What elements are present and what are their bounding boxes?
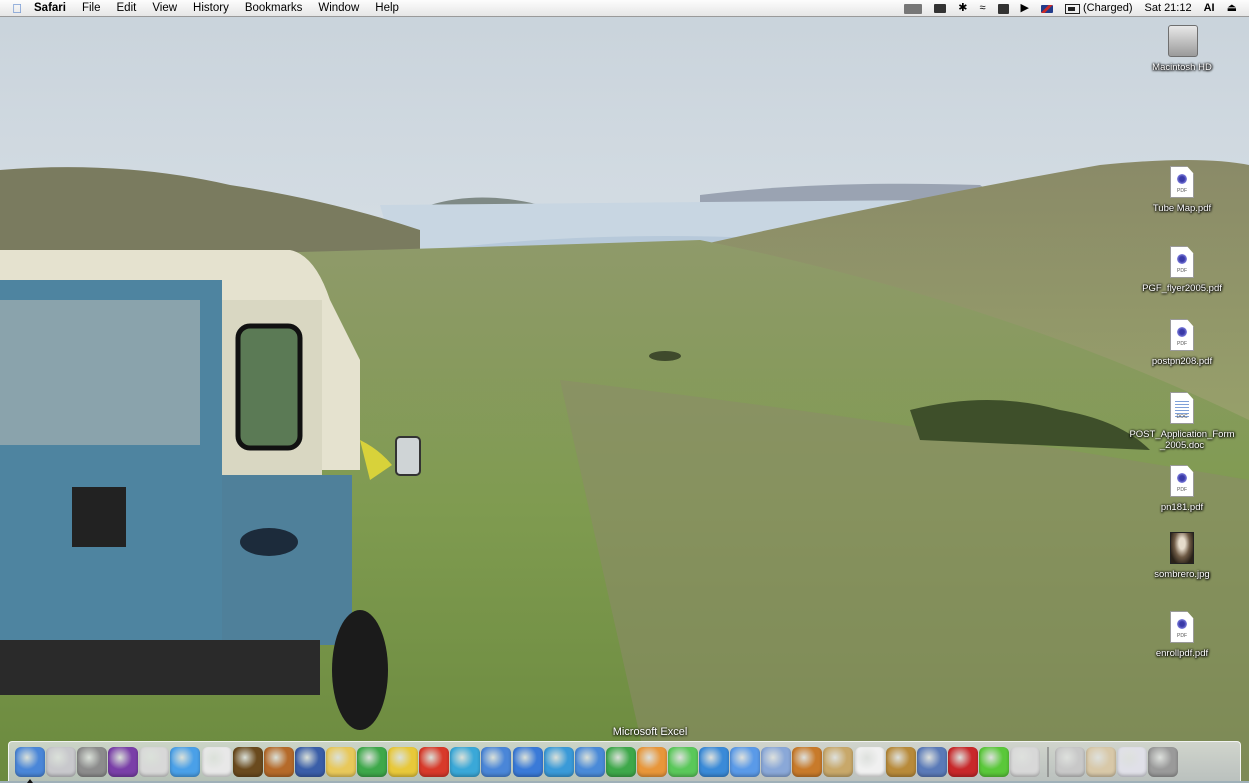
desktop-icon-label: PGF_flyer2005.pdf <box>1142 283 1222 294</box>
dock-ichat-av-icon[interactable] <box>730 746 761 777</box>
wifi-icon[interactable]: ≈ <box>973 0 991 17</box>
dock <box>8 741 1241 783</box>
dock-home-folder-icon[interactable] <box>1086 746 1117 777</box>
desktop-icon-label: Macintosh HD <box>1152 62 1212 73</box>
desktop-wallpaper <box>0 0 1249 781</box>
menu-safari[interactable]: Safari <box>28 0 74 17</box>
desktop-icon-label: sombrero.jpg <box>1154 569 1210 580</box>
dock-ipod-utility-icon[interactable] <box>201 746 232 777</box>
pdf-file-icon: PDF <box>1170 319 1194 351</box>
dock-photo-booth-icon[interactable] <box>761 746 792 777</box>
user-menu[interactable]: AI <box>1198 0 1221 17</box>
menu-edit[interactable]: Edit <box>109 0 145 17</box>
display-icon[interactable] <box>928 4 952 13</box>
menu-file[interactable]: File <box>74 0 109 17</box>
dock-garageband-icon[interactable] <box>792 746 823 777</box>
dock-dreamweaver-icon[interactable] <box>357 746 388 777</box>
dock-calculator-icon[interactable] <box>77 746 108 777</box>
desktop-icon-label: POST_Application_Form_2005.doc <box>1129 429 1235 451</box>
dock-ichat-icon[interactable] <box>170 746 201 777</box>
dock-preview-icon[interactable] <box>325 746 356 777</box>
desktop-icon-macintosh-hd[interactable]: Macintosh HD <box>1127 25 1237 73</box>
menu-bookmarks[interactable]: Bookmarks <box>237 0 311 17</box>
dock-trash-icon[interactable] <box>1148 746 1179 777</box>
dock-internet-explorer-icon[interactable] <box>512 746 543 777</box>
pdf-file-icon: PDF <box>1170 611 1194 643</box>
volume-icon[interactable]: ▶ <box>1015 0 1035 17</box>
pdf-file-icon: PDF <box>1170 246 1194 278</box>
word-document-icon: DOC <box>1170 392 1194 424</box>
jpg-image-icon <box>1170 532 1194 564</box>
dock-umbrella-icon[interactable] <box>108 746 139 777</box>
dock-itunes-icon[interactable] <box>667 746 698 777</box>
pdf-file-icon: PDF <box>1170 465 1194 497</box>
dock-clip-icon[interactable] <box>1055 746 1086 777</box>
apple-menu-icon[interactable]:  <box>6 1 28 16</box>
dock-ical-icon[interactable] <box>854 746 885 777</box>
airport-sync-icon[interactable] <box>898 3 928 14</box>
dock-iphoto-icon[interactable] <box>263 746 294 777</box>
desktop-icon-pn181[interactable]: PDF pn181.pdf <box>1127 465 1237 513</box>
dock-safari-icon[interactable] <box>481 746 512 777</box>
menu-history[interactable]: History <box>185 0 237 17</box>
dock-msn-icon[interactable] <box>543 746 574 777</box>
desktop-icon-tube-map[interactable]: PDF Tube Map.pdf <box>1127 166 1237 214</box>
desktop-icon-label: postpn208.pdf <box>1151 356 1213 367</box>
dock-logic-icon[interactable] <box>823 746 854 777</box>
dock-sync-icon[interactable] <box>139 746 170 777</box>
battery-status[interactable]: (Charged) <box>1059 0 1139 17</box>
menu-help[interactable]: Help <box>367 0 407 17</box>
dock-system-profiler-icon[interactable] <box>978 746 1009 777</box>
desktop-icon-enrollpdf[interactable]: PDF enrollpdf.pdf <box>1127 611 1237 659</box>
dock-documents-icon[interactable] <box>1117 746 1148 777</box>
hard-drive-icon <box>1168 25 1198 57</box>
desktop-icon-sombrero[interactable]: sombrero.jpg <box>1127 532 1237 580</box>
dock-flash-icon[interactable] <box>419 746 450 777</box>
battery-text: (Charged) <box>1082 2 1133 14</box>
input-flag-icon[interactable] <box>1035 4 1059 13</box>
dock-flash-helper-icon[interactable] <box>450 746 481 777</box>
dock-photo-app-icon[interactable] <box>232 746 263 777</box>
dock-imovie-icon[interactable] <box>294 746 325 777</box>
dock-quicktime-icon[interactable] <box>699 746 730 777</box>
dock-adobe-reader-icon[interactable] <box>947 746 978 777</box>
clock[interactable]: Sat 21:12 <box>1139 0 1198 17</box>
menu-window[interactable]: Window <box>310 0 367 17</box>
dock-mac-screen-icon[interactable] <box>46 746 77 777</box>
dock-address-book-icon[interactable] <box>885 746 916 777</box>
dock-tooltip: Microsoft Excel <box>612 726 688 738</box>
dock-powerpoint-icon[interactable] <box>636 746 667 777</box>
menu-view[interactable]: View <box>144 0 185 17</box>
menu-extras: ✱ ≈ ▶ (Charged) Sat 21:12 AI ⏏ <box>898 0 1243 17</box>
dock-preview-image-icon[interactable] <box>916 746 947 777</box>
dock-word-icon[interactable] <box>574 746 605 777</box>
desktop-icon-label: pn181.pdf <box>1160 502 1204 513</box>
eject-icon[interactable]: ⏏ <box>1221 0 1243 17</box>
desktop-icon-label: Tube Map.pdf <box>1152 203 1212 214</box>
pdf-file-icon: PDF <box>1170 166 1194 198</box>
dock-script-editor-icon[interactable] <box>1010 746 1040 777</box>
desktop-icon-pgf-flyer[interactable]: PDF PGF_flyer2005.pdf <box>1127 246 1237 294</box>
desktop-icon-label: enrollpdf.pdf <box>1155 648 1209 659</box>
dock-finder-icon[interactable] <box>15 746 45 783</box>
screen-mirroring-icon[interactable] <box>992 3 1015 14</box>
bluetooth-icon[interactable]: ✱ <box>952 0 973 17</box>
menu-bar:  Safari File Edit View History Bookmark… <box>0 0 1249 17</box>
dock-separator <box>1047 746 1050 777</box>
desktop-icon-post-application-form[interactable]: DOC POST_Application_Form_2005.doc <box>1127 392 1237 451</box>
dock-fireworks-icon[interactable] <box>388 746 419 777</box>
desktop-icon-postpn208[interactable]: PDF postpn208.pdf <box>1127 319 1237 367</box>
dock-excel-icon[interactable] <box>605 746 636 777</box>
battery-icon <box>1064 3 1080 14</box>
